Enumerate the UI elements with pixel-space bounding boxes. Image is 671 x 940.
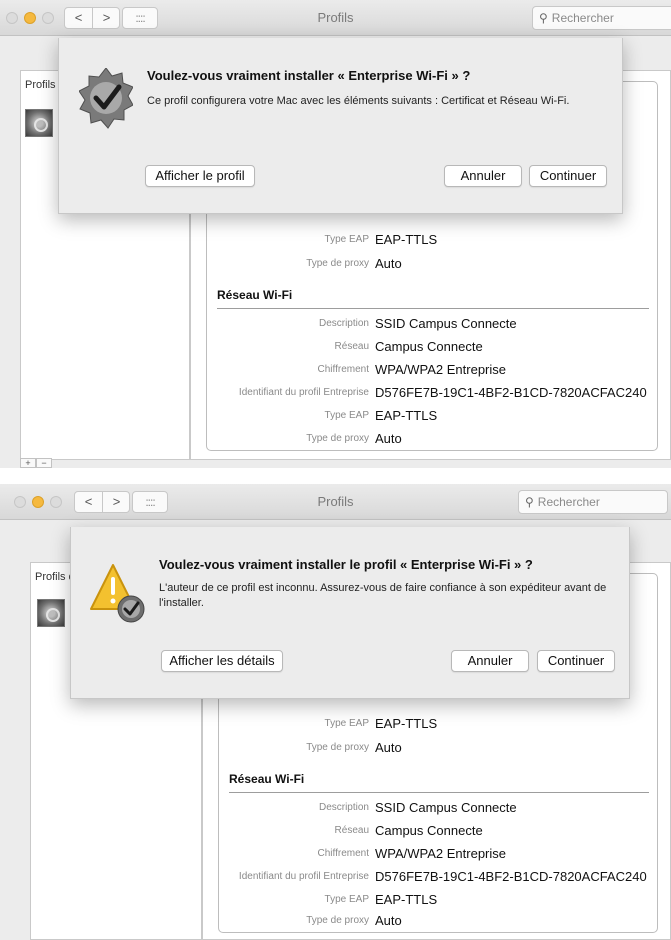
remove-profile-button[interactable]: −	[36, 458, 52, 468]
detail-value: Auto	[375, 913, 402, 928]
show-profile-button[interactable]: Afficher le profil	[145, 165, 255, 187]
cancel-button[interactable]: Annuler	[444, 165, 522, 187]
detail-value: EAP-TTLS	[375, 892, 438, 907]
detail-value: WPA/WPA2 Entreprise	[375, 362, 506, 377]
section-divider	[217, 308, 649, 309]
search-input[interactable]: ⚲ Rechercher	[532, 6, 671, 30]
detail-row: Type de proxy Auto	[219, 913, 659, 931]
detail-key: Type EAP	[324, 894, 369, 905]
detail-row: Type de proxy Auto	[207, 431, 659, 449]
detail-value: D576FE7B-19C1-4BF2-B1CD-7820ACFAC240	[375, 385, 647, 400]
add-profile-button[interactable]: +	[20, 458, 36, 468]
detail-value: EAP-TTLS	[375, 716, 438, 731]
detail-row: Identifiant du profil Entreprise D576FE7…	[219, 869, 659, 887]
detail-key: Chiffrement	[317, 848, 369, 859]
install-profile-warning-dialog: Voulez-vous vraiment installer le profil…	[70, 527, 630, 699]
detail-key: Identifiant du profil Entreprise	[238, 387, 369, 398]
detail-value: EAP-TTLS	[375, 232, 438, 247]
detail-row: Description SSID Campus Connecte	[219, 800, 659, 818]
dialog-title: Voulez-vous vraiment installer « Enterpr…	[147, 68, 471, 83]
detail-row: Type EAP EAP-TTLS	[207, 232, 659, 250]
detail-row: Type EAP EAP-TTLS	[207, 408, 659, 426]
cancel-button[interactable]: Annuler	[451, 650, 529, 672]
detail-row: Type de proxy Auto	[207, 256, 659, 274]
detail-row: Réseau Campus Connecte	[219, 823, 659, 841]
detail-key: Type EAP	[324, 234, 369, 245]
detail-key: Type de proxy	[306, 433, 369, 444]
detail-row: Type EAP EAP-TTLS	[219, 892, 659, 910]
detail-key: Réseau	[334, 825, 369, 836]
search-placeholder: Rechercher	[537, 495, 600, 509]
profile-gear-icon[interactable]	[25, 109, 53, 137]
detail-key: Chiffrement	[317, 364, 369, 375]
toolbar: < > :::: Profils ⚲ Rechercher	[0, 484, 671, 520]
section-divider	[229, 792, 649, 793]
screenshot-2: < > :::: Profils ⚲ Rechercher Profils d T…	[0, 484, 671, 940]
dialog-message: Ce profil configurera votre Mac avec les…	[147, 95, 570, 107]
detail-value: Auto	[375, 256, 402, 271]
continue-button[interactable]: Continuer	[529, 165, 607, 187]
detail-row: Type EAP EAP-TTLS	[219, 716, 659, 734]
detail-key: Identifiant du profil Entreprise	[238, 871, 369, 882]
detail-key: Type EAP	[324, 410, 369, 421]
detail-value: Auto	[375, 431, 402, 446]
dialog-title: Voulez-vous vraiment installer le profil…	[159, 557, 533, 572]
toolbar: < > :::: Profils ⚲ Rechercher	[0, 0, 671, 36]
detail-key: Description	[318, 318, 369, 329]
detail-key: Type de proxy	[306, 742, 369, 753]
detail-value: Campus Connecte	[375, 823, 483, 838]
detail-key: Type EAP	[324, 718, 369, 729]
search-placeholder: Rechercher	[551, 11, 614, 25]
checkmark-badge-icon	[78, 67, 134, 153]
continue-button[interactable]: Continuer	[537, 650, 615, 672]
search-icon: ⚲	[525, 495, 534, 509]
detail-key: Type de proxy	[306, 258, 369, 269]
profile-gear-icon[interactable]	[37, 599, 65, 627]
detail-key: Réseau	[334, 341, 369, 352]
search-input[interactable]: ⚲ Rechercher	[518, 490, 668, 514]
detail-value: WPA/WPA2 Entreprise	[375, 846, 506, 861]
detail-value: SSID Campus Connecte	[375, 316, 517, 331]
detail-row: Chiffrement WPA/WPA2 Entreprise	[219, 846, 659, 864]
detail-key: Description	[318, 802, 369, 813]
warning-triangle-icon	[89, 563, 149, 630]
detail-row: Identifiant du profil Entreprise D576FE7…	[207, 385, 659, 403]
wifi-section-title: Réseau Wi-Fi	[217, 288, 293, 302]
detail-key: Type de proxy	[306, 915, 369, 926]
install-profile-dialog: Voulez-vous vraiment installer « Enterpr…	[58, 38, 623, 214]
detail-value: SSID Campus Connecte	[375, 800, 517, 815]
screenshot-1: < > :::: Profils ⚲ Rechercher Profils d T…	[0, 0, 671, 468]
show-details-button[interactable]: Afficher les détails	[161, 650, 283, 672]
dialog-message: L'auteur de ce profil est inconnu. Assur…	[159, 582, 607, 609]
detail-value: Auto	[375, 740, 402, 755]
detail-row: Description SSID Campus Connecte	[207, 316, 659, 334]
wifi-section-title: Réseau Wi-Fi	[229, 772, 305, 786]
detail-row: Chiffrement WPA/WPA2 Entreprise	[207, 362, 659, 380]
detail-value: D576FE7B-19C1-4BF2-B1CD-7820ACFAC240	[375, 869, 647, 884]
sidebar-label: Profils d	[35, 571, 75, 583]
search-icon: ⚲	[539, 11, 548, 25]
detail-value: Campus Connecte	[375, 339, 483, 354]
detail-row: Réseau Campus Connecte	[207, 339, 659, 357]
detail-value: EAP-TTLS	[375, 408, 438, 423]
detail-row: Type de proxy Auto	[219, 740, 659, 758]
